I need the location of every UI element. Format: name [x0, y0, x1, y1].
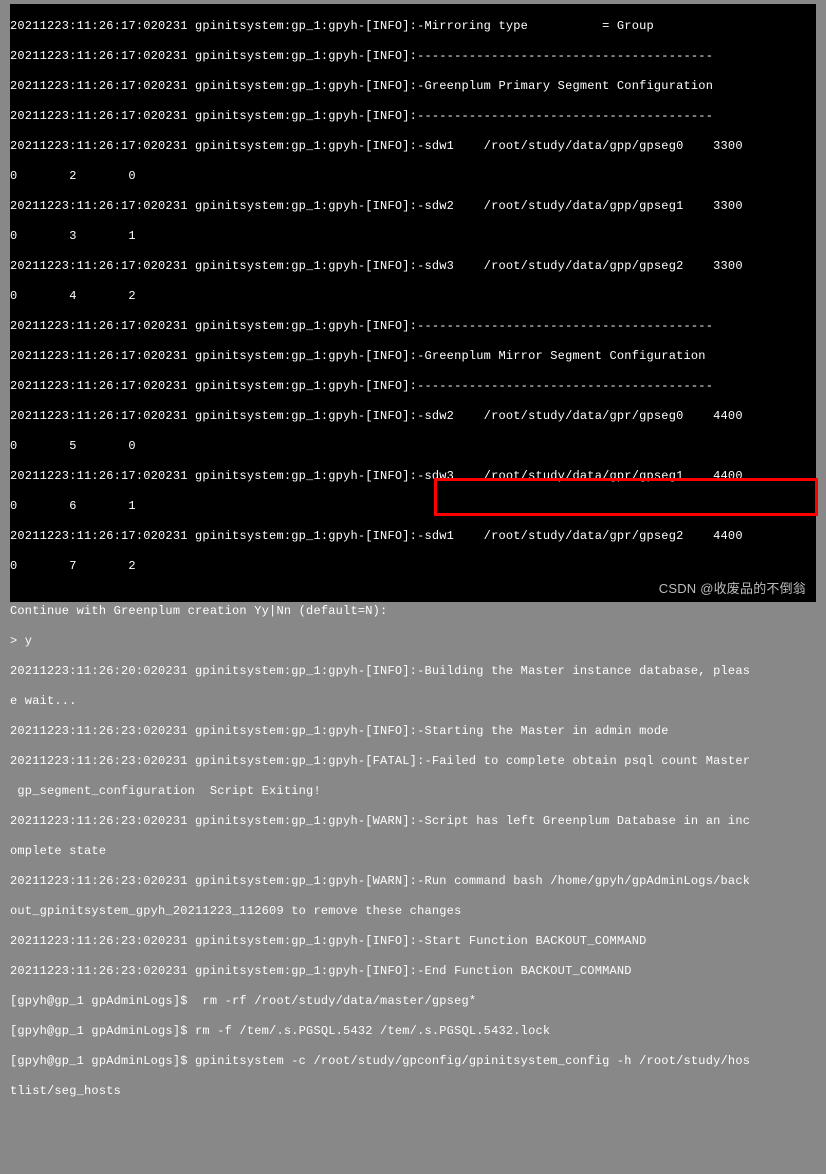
log-line: 20211223:11:26:17:020231 gpinitsystem:gp… [10, 109, 816, 124]
log-line: 0 3 1 [10, 229, 816, 244]
log-line: 20211223:11:26:23:020231 gpinitsystem:gp… [10, 724, 816, 739]
log-line: 20211223:11:26:17:020231 gpinitsystem:gp… [10, 409, 816, 424]
shell-command[interactable]: tlist/seg_hosts [10, 1084, 816, 1099]
shell-command[interactable]: [gpyh@gp_1 gpAdminLogs]$ rm -f /tem/.s.P… [10, 1024, 816, 1039]
log-line: 0 6 1 [10, 499, 816, 514]
log-line: 0 7 2 [10, 559, 816, 574]
log-line: 0 4 2 [10, 289, 816, 304]
log-line: 20211223:11:26:17:020231 gpinitsystem:gp… [10, 79, 816, 94]
log-fatal-line: gp_segment_configuration Script Exiting! [10, 784, 816, 799]
log-warn-line: 20211223:11:26:23:020231 gpinitsystem:gp… [10, 814, 816, 829]
log-warn-line: 20211223:11:26:23:020231 gpinitsystem:gp… [10, 874, 816, 889]
log-line: 20211223:11:26:17:020231 gpinitsystem:gp… [10, 199, 816, 214]
log-line: 20211223:11:26:17:020231 gpinitsystem:gp… [10, 469, 816, 484]
log-fatal-line: 20211223:11:26:23:020231 gpinitsystem:gp… [10, 754, 816, 769]
log-line: 0 5 0 [10, 439, 816, 454]
log-line: 20211223:11:26:23:020231 gpinitsystem:gp… [10, 934, 816, 949]
log-line: 20211223:11:26:17:020231 gpinitsystem:gp… [10, 19, 816, 34]
log-line: 20211223:11:26:17:020231 gpinitsystem:gp… [10, 49, 816, 64]
log-line: 20211223:11:26:17:020231 gpinitsystem:gp… [10, 379, 816, 394]
log-line: 20211223:11:26:17:020231 gpinitsystem:gp… [10, 529, 816, 544]
prompt-line: Continue with Greenplum creation Yy|Nn (… [10, 604, 816, 619]
shell-command[interactable]: [gpyh@gp_1 gpAdminLogs]$ rm -rf /root/st… [10, 994, 816, 1009]
log-line: 20211223:11:26:20:020231 gpinitsystem:gp… [10, 664, 816, 679]
log-line: 20211223:11:26:23:020231 gpinitsystem:gp… [10, 964, 816, 979]
log-warn-line: omplete state [10, 844, 816, 859]
log-line: 20211223:11:26:17:020231 gpinitsystem:gp… [10, 349, 816, 364]
user-input[interactable]: > y [10, 634, 816, 649]
log-line: 20211223:11:26:17:020231 gpinitsystem:gp… [10, 319, 816, 334]
log-warn-line: out_gpinitsystem_gpyh_20211223_112609 to… [10, 904, 816, 919]
terminal-window[interactable]: 20211223:11:26:17:020231 gpinitsystem:gp… [10, 4, 816, 602]
shell-command[interactable]: [gpyh@gp_1 gpAdminLogs]$ gpinitsystem -c… [10, 1054, 816, 1069]
log-line: 0 2 0 [10, 169, 816, 184]
log-line: 20211223:11:26:17:020231 gpinitsystem:gp… [10, 139, 816, 154]
log-line: 20211223:11:26:17:020231 gpinitsystem:gp… [10, 259, 816, 274]
watermark-text: CSDN @收废品的不倒翁 [659, 581, 806, 596]
log-line: e wait... [10, 694, 816, 709]
